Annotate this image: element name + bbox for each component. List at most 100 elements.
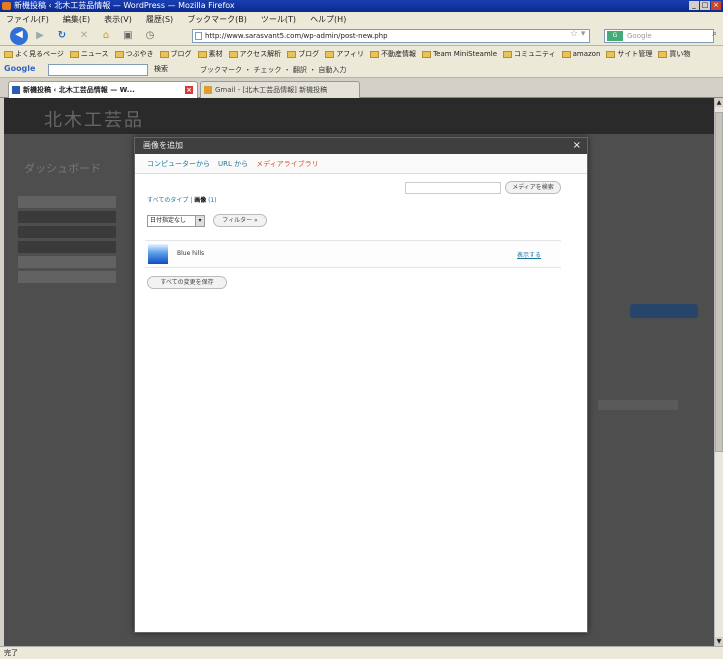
gmail-icon (204, 86, 212, 94)
filter-images[interactable]: 画像 (194, 197, 206, 204)
menu-bar: ファイル(F) 編集(E) 表示(V) 履歴(S) ブックマーク(B) ツール(… (0, 12, 723, 26)
back-button[interactable]: ◀ (10, 27, 28, 45)
search-media-button[interactable]: メディアを検索 (505, 181, 561, 194)
search-engine-icon[interactable]: G (607, 31, 623, 41)
bookmark-item[interactable]: コミュニティ (503, 49, 556, 59)
scroll-thumb[interactable] (715, 112, 723, 452)
scroll-up-icon[interactable]: ▲ (715, 98, 723, 107)
bookmark-item[interactable]: Team MiniSteamle (422, 50, 497, 58)
menu-tools[interactable]: ツール(T) (261, 14, 296, 25)
search-bar[interactable]: G Google (604, 29, 714, 43)
google-search-button[interactable]: 検索 (154, 64, 168, 74)
media-search-input[interactable] (405, 182, 501, 194)
menu-item[interactable] (18, 226, 116, 238)
history-icon[interactable]: ◷ (142, 28, 158, 44)
folder-icon (503, 50, 513, 58)
menu-view[interactable]: 表示(V) (104, 14, 132, 25)
status-bar: 完了 (0, 646, 723, 659)
chevron-down-icon[interactable]: ▾ (195, 216, 204, 226)
bookmark-item[interactable]: ブログ (159, 49, 192, 59)
bookmark-item[interactable]: 買い物 (658, 49, 690, 59)
show-media-link[interactable]: 表示する (517, 250, 541, 259)
url-bar[interactable]: http://www.sarasvant5.com/wp-admin/post-… (192, 29, 590, 43)
bookmark-item[interactable]: 不動産情報 (370, 49, 416, 59)
folder-icon (228, 50, 238, 58)
tab-from-computer[interactable]: コンピューターから (147, 159, 210, 169)
scroll-down-icon[interactable]: ▼ (715, 637, 723, 646)
bookmark-item[interactable]: amazon (561, 50, 600, 58)
menu-item[interactable] (18, 271, 116, 283)
search-engine-label: Google (627, 32, 652, 40)
add-image-dialog: 画像を追加 × コンピューターから URL から メディアライブラリ メディアを… (134, 137, 588, 633)
page-icon (195, 32, 202, 40)
navigation-toolbar: ◀ ▶ ↻ ✕ ⌂ ▣ ◷ http://www.sarasvant5.com/… (0, 26, 723, 46)
folder-icon (370, 50, 380, 58)
bookmark-item[interactable]: アフィリ (325, 49, 364, 59)
menu-help[interactable]: ヘルプ(H) (310, 14, 346, 25)
minimize-button[interactable]: _ (689, 1, 699, 10)
bookmark-item[interactable]: よく見るページ (4, 49, 64, 59)
filter-button[interactable]: フィルター » (213, 214, 267, 227)
save-all-changes-button[interactable]: すべての変更を保存 (147, 276, 227, 289)
bookmark-star-icon[interactable]: ☆ ▾ (570, 29, 585, 39)
filter-all-types[interactable]: すべてのタイプ (147, 197, 188, 204)
window-title: 新機投稿 ‹ 北木工芸品情報 — WordPress — Mozilla Fir… (14, 1, 235, 10)
google-logo: Google (4, 64, 36, 73)
tab-label: 新機投稿 ‹ 北木工芸品情報 — W... (23, 86, 135, 94)
tab-media-library[interactable]: メディアライブラリ (256, 159, 319, 169)
tab-bar: 新機投稿 ‹ 北木工芸品情報 — W... × Gmail - [北木工芸品情報… (0, 78, 723, 98)
publish-button[interactable] (630, 304, 698, 318)
folder-icon (325, 50, 335, 58)
dialog-header: 画像を追加 × (135, 138, 587, 154)
folder-icon (561, 50, 571, 58)
close-window-button[interactable]: × (711, 1, 721, 10)
page-scrollbar[interactable]: ▲ ▼ (714, 98, 723, 646)
media-title: Blue hills (177, 250, 205, 257)
menu-edit[interactable]: 編集(E) (63, 14, 90, 25)
tab-new-post[interactable]: 新機投稿 ‹ 北木工芸品情報 — W... × (8, 81, 198, 98)
menu-file[interactable]: ファイル(F) (6, 14, 49, 25)
reload-button[interactable]: ↻ (54, 28, 70, 44)
search-go-icon[interactable]: ⌕ (712, 29, 717, 39)
folder-icon (422, 50, 432, 58)
menu-item[interactable] (18, 241, 116, 253)
bookmark-item[interactable]: ニュース (69, 49, 109, 59)
menu-history[interactable]: 履歴(S) (146, 14, 173, 25)
tab-gmail[interactable]: Gmail - [北木工芸品情報] 新機投稿 (200, 81, 360, 98)
home-button[interactable]: ⌂ (98, 28, 114, 44)
folder-icon (4, 50, 13, 58)
wp-admin-header: 北木工芸品 (4, 98, 714, 134)
bookmark-item[interactable]: サイト管理 (606, 49, 652, 59)
filter-count: (1) (208, 197, 217, 204)
tab-close-icon[interactable]: × (185, 86, 193, 94)
menu-item[interactable] (18, 211, 116, 223)
bookmark-item[interactable]: 素材 (197, 49, 223, 59)
stop-button[interactable]: ✕ (76, 28, 92, 44)
maximize-button[interactable]: □ (700, 1, 710, 10)
bookmark-item[interactable]: つぶやき (114, 49, 154, 59)
forward-button[interactable]: ▶ (32, 28, 48, 44)
tab-label: Gmail - [北木工芸品情報] 新機投稿 (215, 86, 328, 94)
wp-admin-menu: ダッシュボード (18, 150, 116, 286)
folder-icon (159, 50, 169, 58)
folder-icon (197, 50, 207, 58)
sidebar-box (598, 400, 678, 410)
dialog-tabs: コンピューターから URL から メディアライブラリ (135, 154, 587, 174)
tab-from-url[interactable]: URL から (218, 159, 248, 169)
menu-item[interactable] (18, 256, 116, 268)
folder-icon (114, 50, 124, 58)
date-filter-select[interactable]: 日付指定なし ▾ (147, 215, 205, 227)
bookmarks-toolbar: よく見るページ ニュース つぶやき ブログ 素材 アクセス解析 ブログ アフィリ… (0, 46, 723, 62)
google-tools[interactable]: ブックマーク ・ チェック ・ 翻訳 ・ 自動入力 (200, 65, 346, 75)
bookmark-item[interactable]: ブログ (287, 49, 319, 59)
close-icon[interactable]: × (573, 138, 581, 154)
google-search-input[interactable] (48, 64, 148, 76)
wordpress-icon (12, 86, 20, 94)
bookmarks-icon[interactable]: ▣ (120, 28, 136, 44)
status-text: 完了 (4, 649, 18, 657)
folder-icon (606, 50, 616, 58)
bookmark-item[interactable]: アクセス解析 (228, 49, 281, 59)
menu-item[interactable] (18, 196, 116, 208)
menu-bookmarks[interactable]: ブックマーク(B) (187, 14, 247, 25)
window-titlebar: 新機投稿 ‹ 北木工芸品情報 — WordPress — Mozilla Fir… (0, 0, 723, 12)
